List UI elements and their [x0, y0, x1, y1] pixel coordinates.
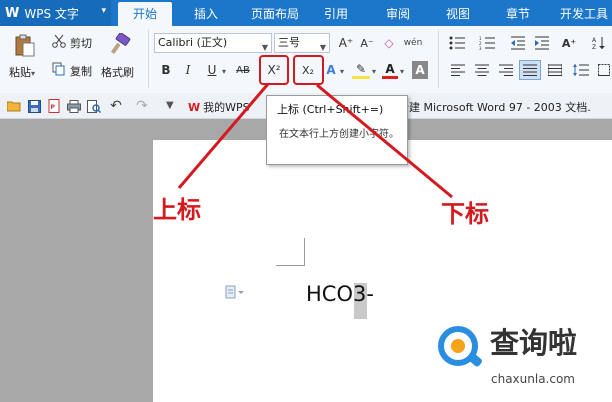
- watermark: 查询啦 chaxunla.com: [434, 318, 612, 402]
- subscript-arrow: [316, 83, 453, 199]
- superscript-arrow: [177, 83, 270, 189]
- watermark-url: chaxunla.com: [491, 372, 575, 386]
- superscript-annotation: 上标: [153, 196, 201, 224]
- subscript-annotation: 下标: [441, 200, 489, 228]
- watermark-logo-icon: [438, 326, 482, 367]
- watermark-brand: 查询啦: [490, 326, 578, 360]
